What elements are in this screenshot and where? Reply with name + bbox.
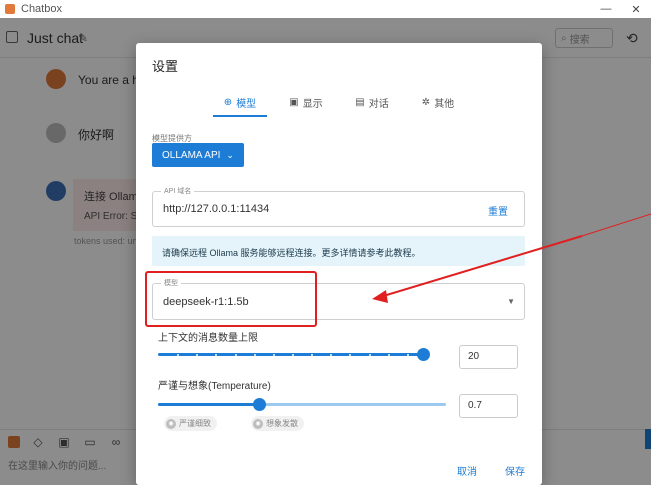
app-title: Chatbox <box>21 3 62 15</box>
slider-tick <box>311 353 313 356</box>
provider-select[interactable]: OLLAMA API ⌄ <box>152 143 244 167</box>
slider-fill <box>158 403 259 406</box>
context-limit-input[interactable]: 20 <box>459 345 518 369</box>
dropdown-arrow-icon: ▼ <box>507 297 515 306</box>
slider-tick <box>369 353 371 356</box>
chip-label: 严谨细致 <box>179 419 211 428</box>
tab-label: 其他 <box>434 98 455 110</box>
close-button[interactable]: ✕ <box>621 0 651 18</box>
slider-tick <box>349 353 351 356</box>
api-host-legend: API 域名 <box>161 186 195 196</box>
slider-tick <box>215 353 217 356</box>
tab-label: 对话 <box>368 98 389 110</box>
tab-other[interactable]: ✲ 其他 <box>405 87 471 117</box>
chat-icon: ▤ <box>355 96 365 108</box>
creative-icon: ◉ <box>253 418 263 429</box>
slider-tick <box>388 353 390 356</box>
info-banner: 请确保远程 Ollama 服务能够远程连接。更多详情请参考此教程。 <box>152 236 525 266</box>
save-button[interactable]: 保存 <box>505 463 525 478</box>
title-bar: Chatbox — ✕ <box>0 0 651 18</box>
display-icon: ▣ <box>289 96 299 108</box>
dialog-title: 设置 <box>152 59 179 74</box>
tab-label: 显示 <box>302 98 323 110</box>
tab-model[interactable]: ⊕ 模型 <box>207 87 273 117</box>
slider-tick <box>292 353 294 356</box>
chevron-down-icon: ⌄ <box>226 149 234 160</box>
model-select[interactable]: 模型 deepseek-r1:1.5b ▼ <box>152 278 525 320</box>
context-limit-slider[interactable] <box>158 348 430 361</box>
strict-chip[interactable]: ◉ 严谨细致 <box>164 416 217 431</box>
dialog-actions: 取消 保存 <box>136 463 542 479</box>
gear-icon: ✲ <box>421 96 431 108</box>
model-icon: ⊕ <box>223 96 233 108</box>
info-text: 请确保远程 Ollama 服务能够远程连接。更多详情请参考此教程。 <box>162 248 421 258</box>
slider-tick <box>254 353 256 356</box>
cancel-button[interactable]: 取消 <box>457 463 477 478</box>
slider-thumb[interactable] <box>253 398 266 411</box>
context-limit-label: 上下文的消息数量上限 <box>158 333 258 344</box>
slider-thumb[interactable] <box>417 348 430 361</box>
model-legend: 模型 <box>161 278 181 288</box>
slider-tick <box>273 353 275 356</box>
slider-tick <box>330 353 332 356</box>
slider-tick <box>177 353 179 356</box>
settings-dialog: 设置 ⊕ 模型 ▣ 显示 ▤ 对话 ✲ 其他 模型提供方 OLLAMA API … <box>136 43 542 485</box>
slider-tick <box>235 353 237 356</box>
strict-icon: ◉ <box>166 418 176 429</box>
temperature-slider[interactable] <box>158 398 446 411</box>
tab-display[interactable]: ▣ 显示 <box>273 87 339 117</box>
temperature-presets: ◉ 严谨细致 ◉ 想象发散 <box>164 416 304 431</box>
chip-label: 想象发散 <box>266 419 298 428</box>
slider-tick <box>407 353 409 356</box>
api-host-field[interactable]: API 域名 http://127.0.0.1:11434 重置 <box>152 186 525 227</box>
tab-chat[interactable]: ▤ 对话 <box>339 87 405 117</box>
api-host-input[interactable]: http://127.0.0.1:11434 <box>163 203 269 215</box>
slider-tick <box>196 353 198 356</box>
reset-button[interactable]: 重置 <box>488 203 508 218</box>
temperature-label: 严谨与想象(Temperature) <box>158 381 271 392</box>
model-value: deepseek-r1:1.5b <box>163 296 249 308</box>
creative-chip[interactable]: ◉ 想象发散 <box>251 416 304 431</box>
settings-tabs: ⊕ 模型 ▣ 显示 ▤ 对话 ✲ 其他 <box>136 87 542 117</box>
temperature-input[interactable]: 0.7 <box>459 394 518 418</box>
provider-value: OLLAMA API <box>162 149 221 161</box>
tab-label: 模型 <box>236 98 257 110</box>
app-logo-icon <box>5 4 15 14</box>
window-controls: — ✕ <box>591 0 651 18</box>
minimize-button[interactable]: — <box>591 0 621 18</box>
